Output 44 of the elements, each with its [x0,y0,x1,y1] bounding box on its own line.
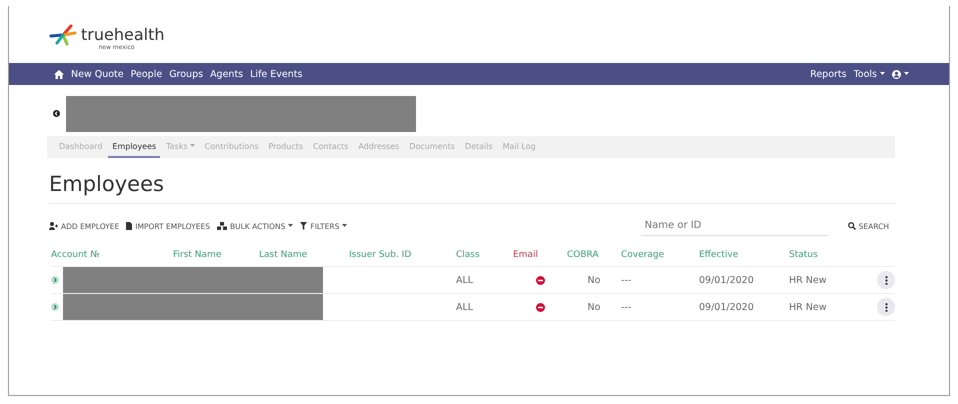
table-cell: No [567,267,621,294]
file-icon [126,222,132,230]
tab[interactable]: Employees [108,136,160,158]
column-header: Class [456,248,513,267]
column-header: Issuer Sub. ID [349,248,456,267]
more-button[interactable] [877,298,895,316]
column-header: Email [513,248,567,267]
expand-icon[interactable] [51,276,59,284]
caret-icon [904,72,909,76]
logo-text: truehealth [81,25,164,44]
cubes-icon [216,222,227,230]
nav-link[interactable]: Agents [210,68,244,80]
nav-link[interactable]: New Quote [71,68,124,80]
table-cell: 09/01/2020 [699,267,789,294]
table-cell: ALL [456,267,513,294]
nav-link[interactable]: People [130,68,162,80]
nav-link[interactable]: Groups [169,68,204,80]
kebab-icon [884,276,888,284]
nav-link[interactable]: Tools [854,68,885,80]
expand-icon[interactable] [51,303,59,311]
table-cell: --- [621,267,699,294]
nav-link[interactable]: Reports [810,68,847,80]
table-cell: 09/01/2020 [699,294,789,321]
logo-icon [49,24,77,46]
column-header: COBRA [567,248,621,267]
table-cell: HR New [789,294,869,321]
user-icon [892,70,901,78]
nav-link[interactable]: Life Events [250,68,302,80]
column-header: Coverage [621,248,699,267]
page-heading: Employees [49,172,895,204]
column-header: Status [789,248,869,267]
user-plus-icon [49,222,58,230]
column-header: Effective [699,248,789,267]
table-cell: ALL [456,294,513,321]
back-icon[interactable] [53,110,60,117]
more-button[interactable] [877,271,895,289]
table-cell: --- [621,294,699,321]
user-menu[interactable] [892,70,909,78]
table-cell: No [567,294,621,321]
table-cell: HR New [789,267,869,294]
search-icon [848,222,856,230]
kebab-icon [884,302,888,312]
filter-icon [300,222,308,230]
home-icon[interactable] [54,70,64,78]
